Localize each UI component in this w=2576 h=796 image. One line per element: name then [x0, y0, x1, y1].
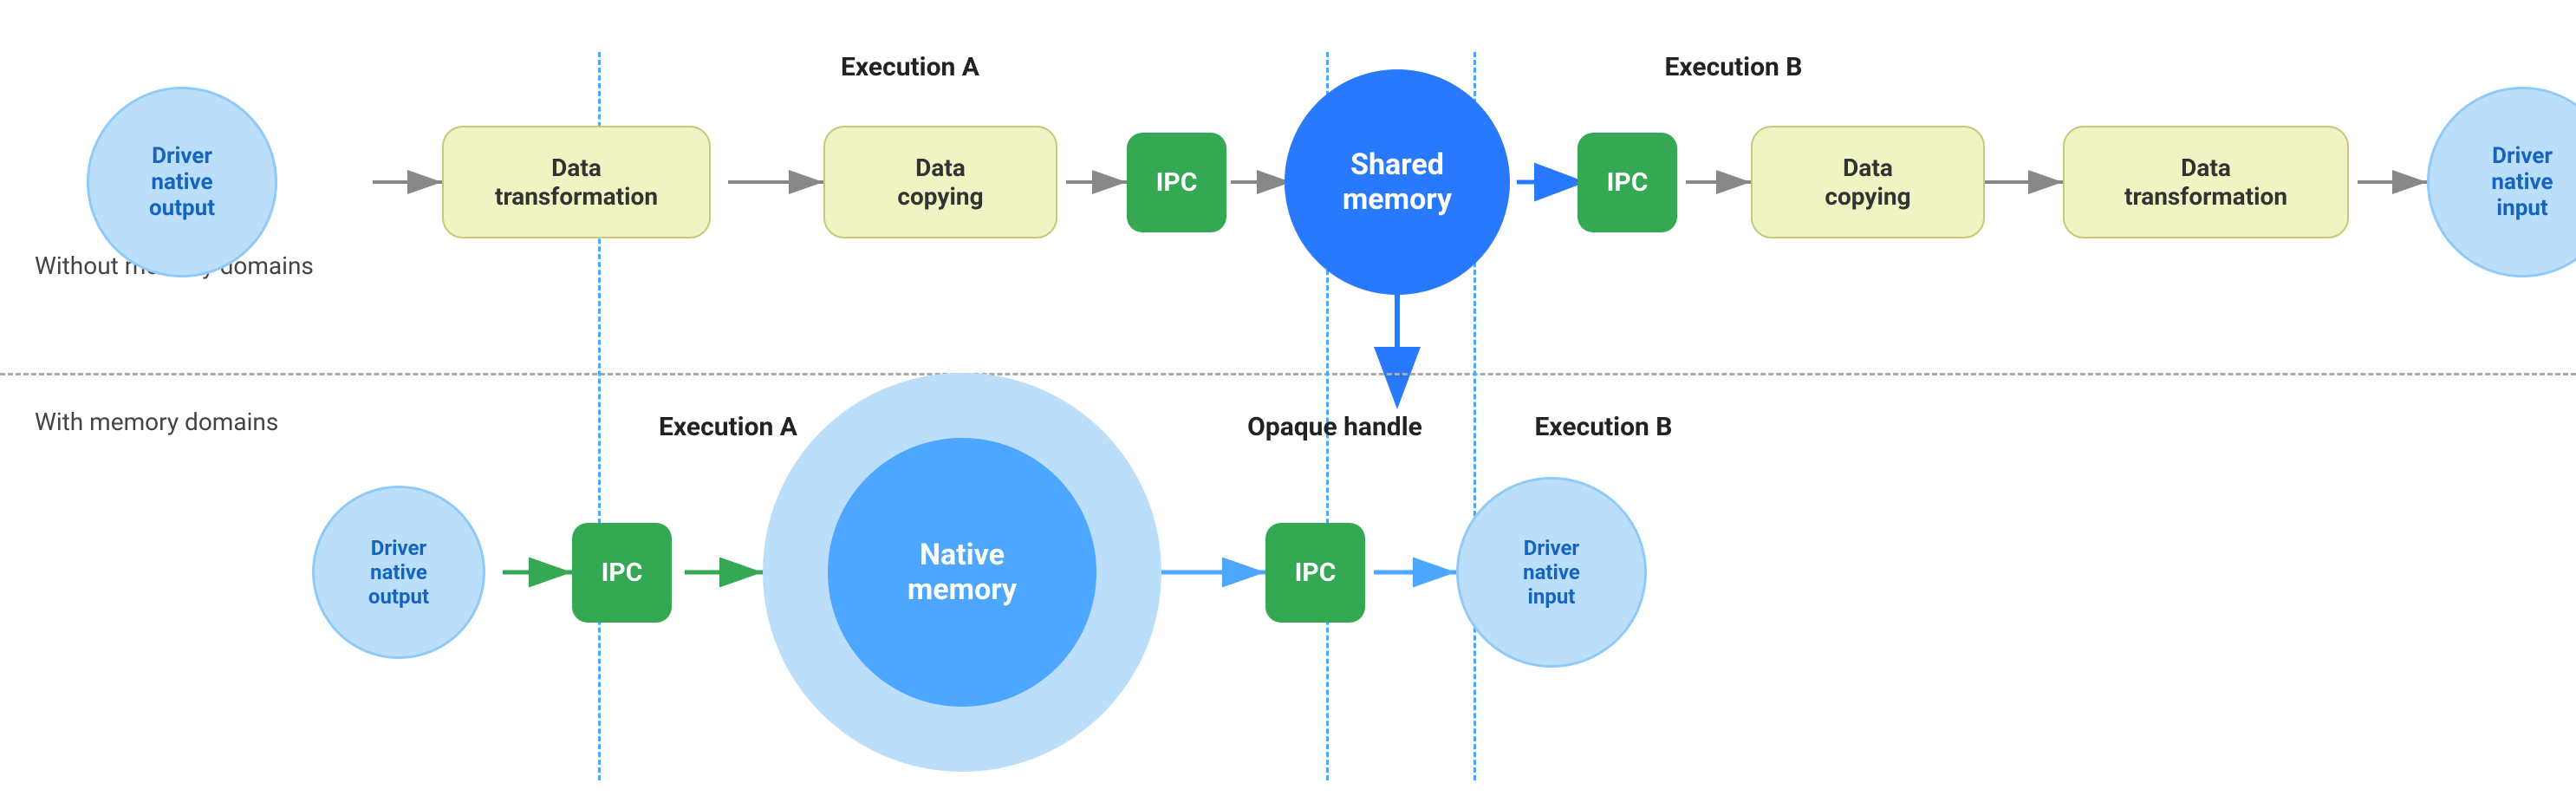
ipc-b-top: IPC	[1577, 133, 1677, 232]
driver-native-output-bottom: Driver native output	[312, 486, 485, 659]
arrows-svg	[0, 0, 2576, 796]
data-copying-a: Data copying	[823, 126, 1057, 238]
data-transformation-b: Data transformation	[2063, 126, 2349, 238]
diagram-container: Without memory domains With memory domai…	[0, 0, 2576, 796]
section-divider	[0, 373, 2576, 375]
native-memory: Native memory	[828, 438, 1096, 707]
driver-native-input-bottom: Driver native input	[1456, 477, 1647, 668]
ipc-a-top: IPC	[1127, 133, 1226, 232]
exec-a-label-top: Execution A	[780, 52, 1040, 82]
exec-b-label-bottom: Execution B	[1482, 412, 1725, 442]
exec-b-label-top: Execution B	[1603, 52, 1864, 82]
with-memory-domains-label: With memory domains	[35, 408, 278, 436]
driver-native-input-top: Driver native input	[2427, 87, 2576, 277]
opaque-handle-label: Opaque handle	[1205, 412, 1465, 442]
data-transformation-a: Data transformation	[442, 126, 711, 238]
data-copying-b: Data copying	[1751, 126, 1985, 238]
ipc-b-bottom: IPC	[1265, 523, 1365, 623]
ipc-a-bottom: IPC	[572, 523, 672, 623]
exec-a-label-bottom: Execution A	[607, 412, 849, 442]
driver-native-output-top: Driver native output	[87, 87, 277, 277]
shared-memory: Shared memory	[1285, 69, 1510, 295]
